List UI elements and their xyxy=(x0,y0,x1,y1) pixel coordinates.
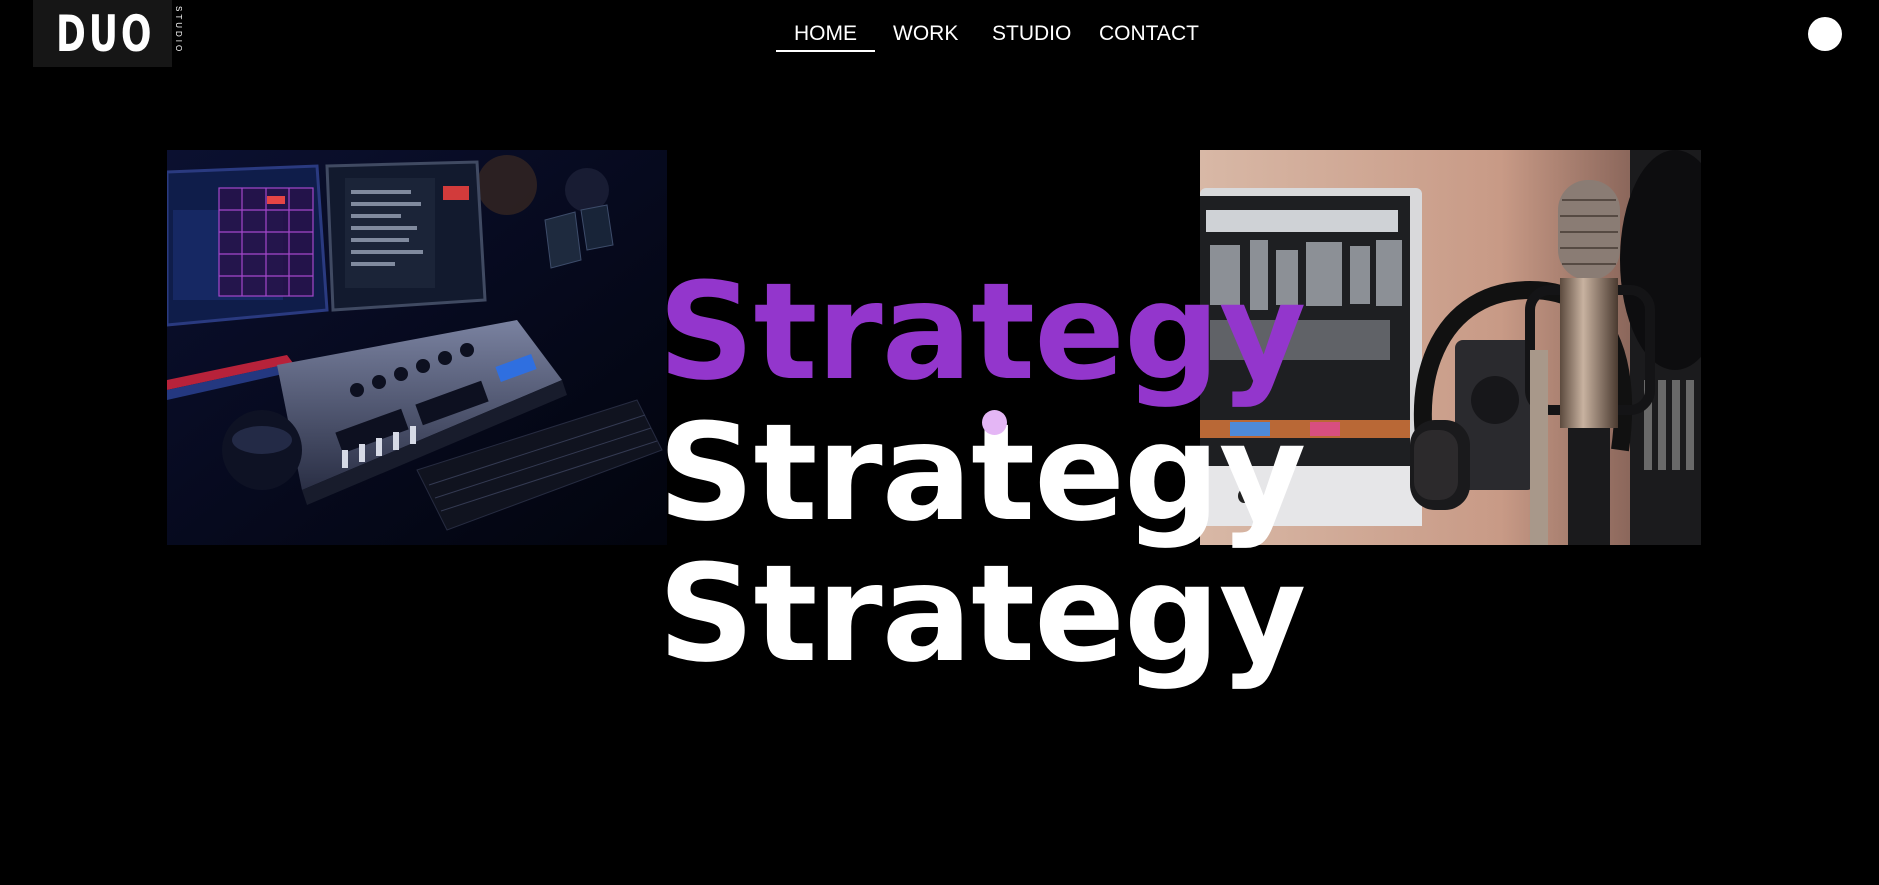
menu-toggle-button[interactable] xyxy=(1808,17,1842,51)
logo-subtext: STUDIO xyxy=(174,6,183,55)
headline-3: Strategy xyxy=(658,536,1306,692)
hero-headline-stack: Strategy Strategy Strategy xyxy=(658,254,1306,692)
page: DUO STUDIO HOME WORK STUDIO CONTACT Stra… xyxy=(0,0,1879,885)
headline-1: Strategy xyxy=(658,254,1306,410)
nav-contact[interactable]: CONTACT xyxy=(1099,20,1199,52)
nav-studio[interactable]: STUDIO xyxy=(992,20,1071,52)
logo-text: DUO xyxy=(56,4,155,63)
logo[interactable]: DUO STUDIO xyxy=(33,0,183,67)
nav-work[interactable]: WORK xyxy=(893,20,958,52)
cursor-follower-dot xyxy=(982,410,1007,435)
nav-home[interactable]: HOME xyxy=(776,20,875,52)
lighting-console-photo xyxy=(167,150,667,545)
